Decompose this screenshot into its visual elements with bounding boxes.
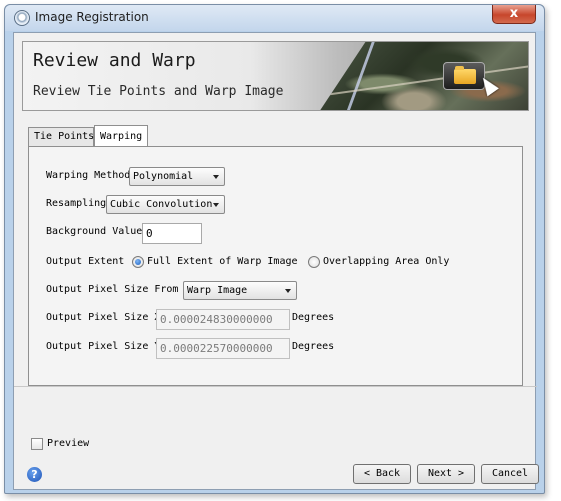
pixel-size-x-input[interactable]: 0.000024830000000 — [156, 309, 290, 330]
full-extent-radio[interactable] — [132, 256, 144, 268]
next-button[interactable]: Next > — [417, 464, 475, 484]
help-icon[interactable]: ? — [27, 467, 42, 482]
tab-warping[interactable]: Warping — [94, 125, 148, 146]
app-icon — [14, 10, 30, 26]
pixel-size-from-row: Output Pixel Size From Warp Image — [46, 281, 306, 301]
preview-row: Preview — [31, 437, 111, 453]
dialog-body: Review and Warp Review Tie Points and Wa… — [13, 32, 539, 490]
divider — [14, 386, 537, 387]
pixel-size-from-value: Warp Image — [187, 285, 248, 296]
warping-method-label: Warping Method — [46, 170, 131, 181]
chevron-down-icon — [285, 289, 291, 293]
chevron-down-icon — [213, 175, 219, 179]
output-extent-row: Output Extent Full Extent of Warp Image … — [46, 253, 506, 273]
preview-label[interactable]: Preview — [47, 438, 89, 449]
background-label: Background Value — [46, 226, 143, 237]
pixel-size-y-label: Output Pixel Size Y — [46, 341, 161, 352]
title-bar: Image Registration x — [5, 5, 544, 31]
warping-method-row: Warping Method Polynomial — [46, 167, 246, 187]
background-row: Background Value 0 — [46, 223, 246, 244]
pixel-size-y-unit: Degrees — [292, 341, 335, 352]
output-extent-label: Output Extent — [46, 256, 125, 267]
image-registration-window: Image Registration x Review and Warp Rev… — [4, 4, 545, 494]
warping-method-select[interactable]: Polynomial — [129, 167, 225, 186]
resampling-row: Resampling Cubic Convolution — [46, 195, 246, 215]
resampling-select[interactable]: Cubic Convolution — [106, 195, 225, 214]
close-button[interactable]: x — [492, 5, 536, 24]
pixel-size-y-row: Output Pixel Size Y 0.000022570000000 De… — [46, 338, 346, 359]
resampling-label: Resampling — [46, 198, 107, 209]
resampling-value: Cubic Convolution — [110, 199, 213, 210]
banner-title: Review and Warp — [33, 50, 196, 71]
window-title: Image Registration — [35, 10, 149, 24]
full-extent-label[interactable]: Full Extent of Warp Image — [147, 256, 298, 267]
warping-panel: Warping Method Polynomial Resampling Cub… — [28, 146, 523, 386]
tab-tie-points[interactable]: Tie Points — [28, 127, 94, 147]
pixel-size-x-label: Output Pixel Size X — [46, 312, 161, 323]
chevron-down-icon — [213, 203, 219, 207]
pixel-size-from-select[interactable]: Warp Image — [183, 281, 297, 300]
background-value-input[interactable]: 0 — [142, 223, 202, 244]
pixel-size-from-label: Output Pixel Size From — [46, 284, 179, 295]
banner-subtitle: Review Tie Points and Warp Image — [33, 84, 284, 99]
back-button[interactable]: < Back — [353, 464, 411, 484]
cancel-button[interactable]: Cancel — [481, 464, 539, 484]
wizard-banner: Review and Warp Review Tie Points and Wa… — [22, 41, 529, 111]
folder-icon — [443, 62, 485, 90]
preview-checkbox[interactable] — [31, 438, 43, 450]
pixel-size-x-row: Output Pixel Size X 0.000024830000000 De… — [46, 309, 346, 330]
pixel-size-x-unit: Degrees — [292, 312, 335, 323]
warping-method-value: Polynomial — [133, 171, 194, 182]
overlapping-area-label[interactable]: Overlapping Area Only — [323, 256, 449, 267]
overlapping-area-radio[interactable] — [308, 256, 320, 268]
satellite-image — [319, 42, 528, 110]
pixel-size-y-input[interactable]: 0.000022570000000 — [156, 338, 290, 359]
